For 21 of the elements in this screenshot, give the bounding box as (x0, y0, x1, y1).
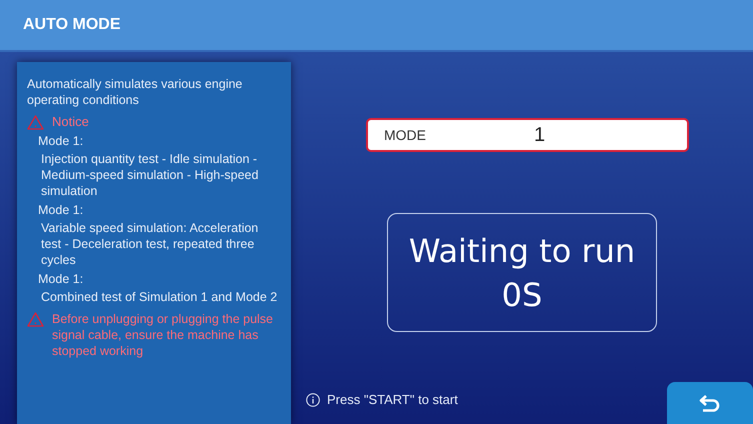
mode-heading: Mode 1: (38, 133, 84, 149)
mode-value: 1 (534, 124, 546, 146)
description-text: Automatically simulates various engine operating conditions (27, 76, 244, 108)
mode-description: Variable speed simulation: Acceleration test - Deceleration test, repeated three cycles (41, 220, 260, 268)
mode-heading: Mode 1: (38, 202, 84, 218)
mode-description: Combined test of Simulation 1 and Mode 2 (41, 289, 278, 305)
info-icon (306, 392, 320, 406)
mode-label: MODE (384, 127, 427, 143)
notice-title: Notice (52, 114, 89, 130)
mode-heading: Mode 1: (38, 271, 84, 287)
back-button[interactable] (667, 382, 753, 424)
mode-description: Injection quantity test - Idle simulation - Medium-speed simulation - High-speed simulation (41, 151, 260, 199)
warning-text: Before unplugging or plugging the pulse signal cable, ensure the machine has stopped working (52, 311, 274, 359)
hint-text: Press "START" to start (327, 392, 458, 407)
return-icon (698, 393, 722, 413)
mode-field[interactable]: MODE 1 (366, 118, 689, 152)
status-text: 0S (502, 274, 542, 316)
warning-icon (27, 115, 44, 130)
warning-icon (27, 312, 44, 327)
screen-title: AUTO MODE (23, 16, 120, 34)
status-text: Waiting to run (408, 230, 636, 272)
